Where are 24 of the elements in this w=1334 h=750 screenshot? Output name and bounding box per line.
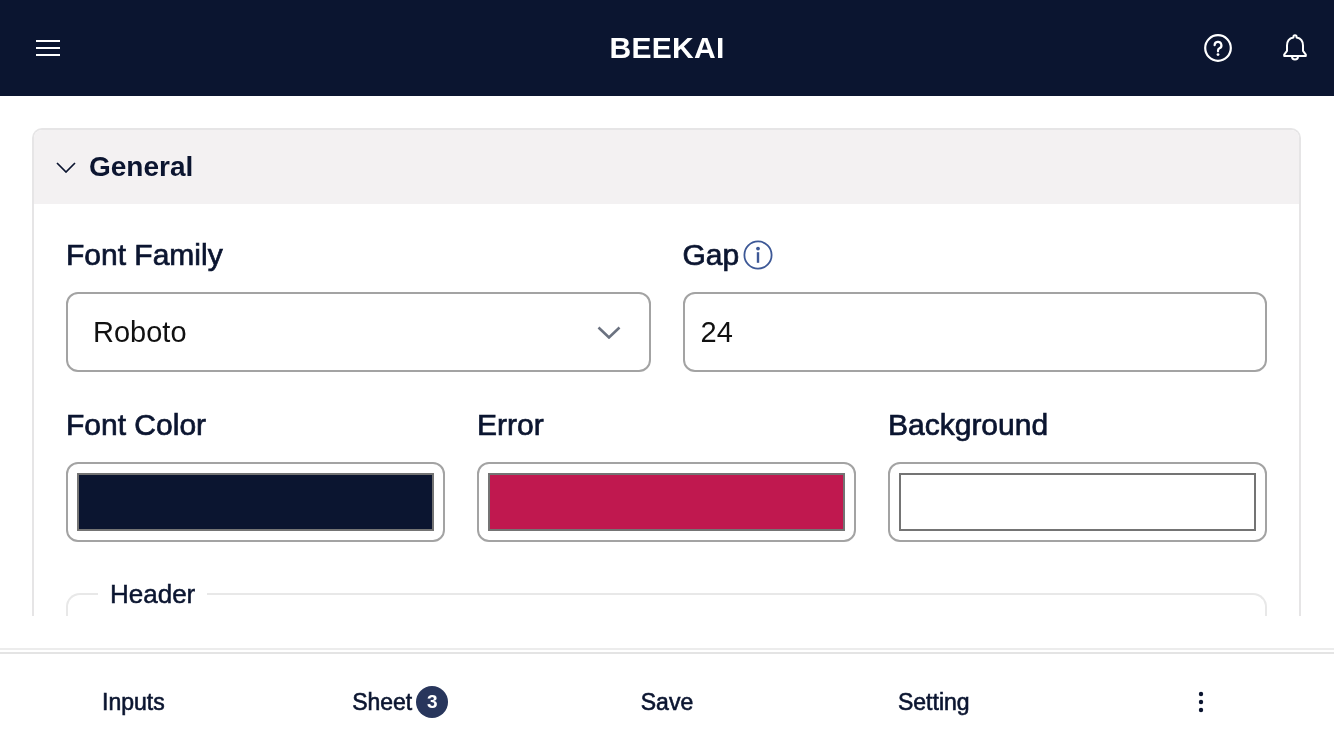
info-icon[interactable] xyxy=(743,240,774,270)
picker-field[interactable] xyxy=(477,462,856,542)
select-field[interactable]: Roboto xyxy=(66,292,651,372)
field-label: Font Color xyxy=(66,408,207,442)
caret-icon xyxy=(596,325,621,339)
bell-icon[interactable] xyxy=(1282,33,1308,63)
field-label: Font Family xyxy=(66,238,223,272)
nav-button[interactable]: Save xyxy=(634,684,700,720)
field-label: Error xyxy=(477,408,544,442)
nav-button[interactable]: Setting xyxy=(892,684,976,720)
app-title: BEEKAI xyxy=(609,30,725,66)
accordion-header[interactable]: General xyxy=(34,130,1299,204)
nav-button[interactable]: Sheet 3 xyxy=(346,682,455,722)
picker-field[interactable] xyxy=(888,462,1267,542)
group-legend: Header xyxy=(98,579,208,609)
count-badge: 3 xyxy=(416,686,449,718)
nav-button[interactable]: Inputs xyxy=(96,684,171,720)
more-icon[interactable] xyxy=(1197,691,1204,713)
help-icon[interactable] xyxy=(1204,34,1232,62)
picker-field[interactable] xyxy=(66,462,445,542)
field-label: Gap xyxy=(682,238,740,272)
field-label: Background xyxy=(888,408,1049,442)
menu-icon[interactable] xyxy=(36,40,60,56)
input-field[interactable]: 24 xyxy=(682,292,1267,372)
